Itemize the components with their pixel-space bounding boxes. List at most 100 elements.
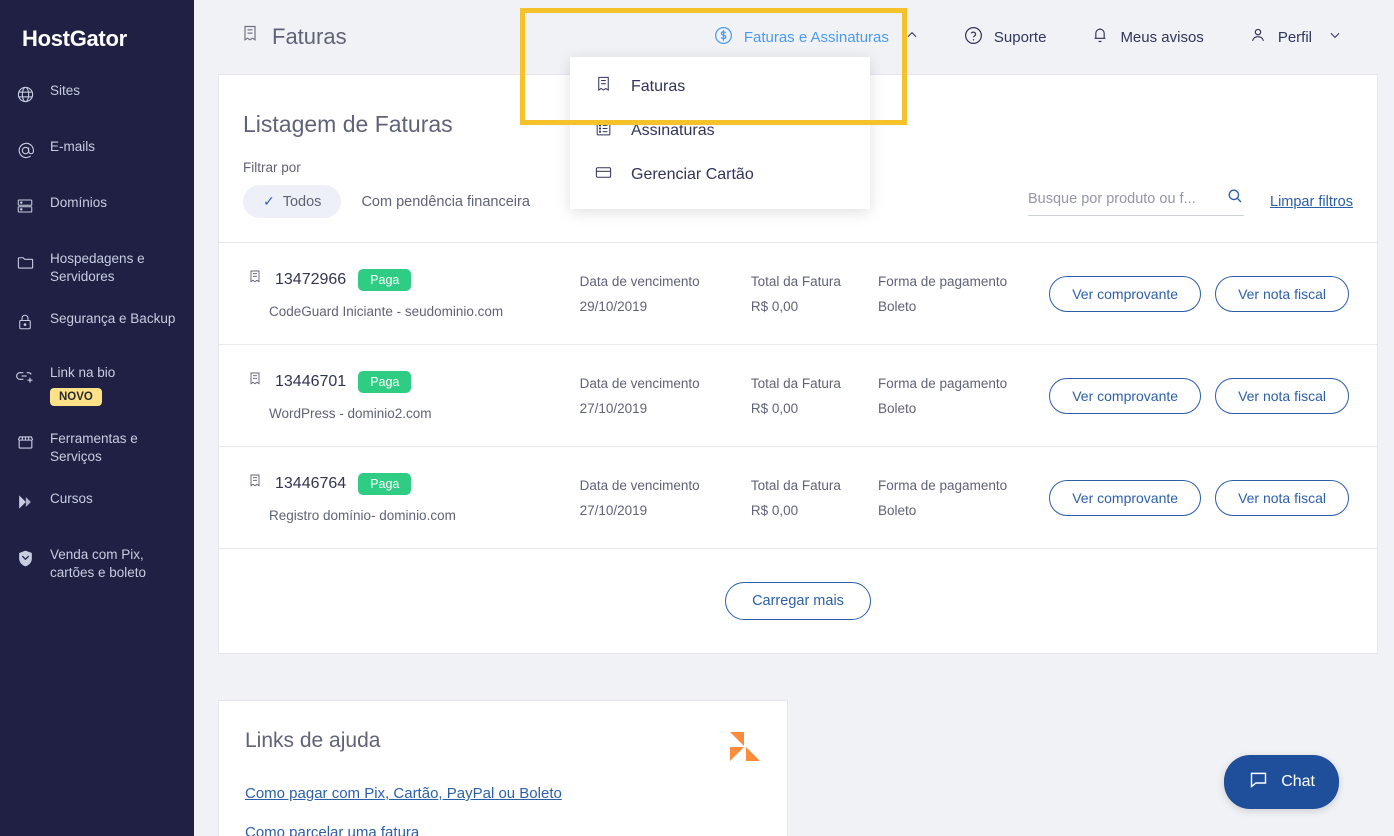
filter-chip-label: Com pendência financeira (361, 193, 530, 210)
carregar-mais-button[interactable]: Carregar mais (725, 582, 871, 620)
sidebar-nav: Sites E-mails Domínios Hospedagens e Ser… (0, 82, 194, 582)
credit-card-icon (594, 163, 613, 187)
check-icon: ✓ (263, 193, 275, 209)
shield-icon (14, 547, 36, 569)
status-badge: Paga (358, 370, 412, 393)
column-key: Forma de pagamento (878, 273, 1008, 289)
search-icon[interactable] (1226, 187, 1244, 210)
invoice-total: R$ 0,00 (750, 400, 799, 416)
folder-icon (14, 251, 36, 273)
invoice-actions: Ver comprovante Ver nota fiscal (1049, 479, 1349, 516)
ver-comprovante-button[interactable]: Ver comprovante (1049, 377, 1202, 414)
header-item-label: Faturas e Assinaturas (743, 28, 889, 46)
sidebar-item-seguranca[interactable]: Segurança e Backup (0, 310, 194, 340)
dropdown-item-faturas[interactable]: Faturas (570, 65, 870, 109)
help-link[interactable]: Como parcelar uma fatura (245, 824, 761, 836)
page-title: Faturas (240, 24, 347, 50)
column-key: Data de vencimento (579, 477, 700, 493)
help-circle-icon (963, 25, 984, 50)
invoice-payment-method: Boleto (878, 400, 917, 416)
column-key: Forma de pagamento (878, 477, 1008, 493)
search-input[interactable] (1028, 190, 1226, 207)
sidebar-item-ferramentas[interactable]: Ferramentas e Serviços (0, 430, 194, 466)
invoice-icon (594, 75, 613, 99)
ver-nota-fiscal-button[interactable]: Ver nota fiscal (1215, 377, 1349, 414)
sidebar-badge-novo: NOVO (50, 388, 102, 406)
invoice-payment-method: Boleto (878, 298, 917, 314)
sidebar-item-emails[interactable]: E-mails (0, 138, 194, 168)
invoice-icon (247, 473, 263, 494)
invoice-due-date-col: Data de vencimento 29/10/2019 (580, 274, 751, 314)
invoice-description: WordPress - dominio2.com (269, 405, 432, 421)
chevron-down-icon (1328, 28, 1342, 46)
sidebar-item-venda-com-pix[interactable]: Venda com Pix, cartões e boleto (0, 546, 194, 582)
header-item-meus-avisos[interactable]: Meus avisos (1068, 0, 1225, 74)
invoice-description: Registro domínio- dominio.com (269, 507, 456, 523)
ver-nota-fiscal-button[interactable]: Ver nota fiscal (1215, 479, 1349, 516)
sidebar-item-dominios[interactable]: Domínios (0, 194, 194, 224)
link-plus-icon (14, 365, 36, 387)
invoice-due-date: 29/10/2019 (579, 298, 648, 314)
header-item-suporte[interactable]: Suporte (941, 0, 1069, 74)
invoice-icon (247, 269, 263, 290)
chat-button[interactable]: Chat (1224, 755, 1339, 809)
invoice-description: CodeGuard Iniciante - seudominio.com (269, 303, 504, 319)
table-row[interactable]: 13472966 Paga CodeGuard Iniciante - seud… (219, 242, 1377, 344)
invoice-total: R$ 0,00 (750, 502, 799, 518)
sidebar-item-link-na-bio[interactable]: Link na bio NOVO (0, 364, 194, 406)
column-key: Data de vencimento (579, 273, 700, 289)
chevron-up-icon (905, 28, 919, 46)
status-badge: Paga (358, 268, 412, 291)
help-links-card: Links de ajuda Como pagar com Pix, Cartã… (218, 700, 788, 836)
sidebar-item-label: Venda com Pix, cartões e boleto (50, 547, 147, 580)
invoice-due-date: 27/10/2019 (579, 502, 648, 518)
invoice-payment-method: Boleto (878, 502, 917, 518)
sidebar-item-label: Cursos (50, 491, 93, 506)
clear-filters-link[interactable]: Limpar filtros (1270, 194, 1353, 210)
invoice-summary: 13472966 Paga CodeGuard Iniciante - seud… (247, 268, 580, 319)
invoice-id: 13472966 (275, 270, 347, 288)
invoice-icon (247, 371, 263, 392)
bell-icon (1090, 25, 1110, 49)
faturas-assinaturas-dropdown[interactable]: Faturas Assinaturas Gerenciar Cartão (570, 57, 870, 209)
header-item-label: Meus avisos (1120, 28, 1204, 46)
at-sign-icon (14, 139, 36, 161)
load-more-row: Carregar mais (219, 548, 1377, 653)
ver-nota-fiscal-button[interactable]: Ver nota fiscal (1215, 275, 1349, 312)
sidebar-item-label: Hospedagens e Servidores (50, 251, 145, 284)
help-link[interactable]: Como pagar com Pix, Cartão, PayPal ou Bo… (245, 785, 761, 802)
ver-comprovante-button[interactable]: Ver comprovante (1049, 275, 1202, 312)
sidebar-item-cursos[interactable]: Cursos (0, 490, 194, 520)
dropdown-item-gerenciar-cartao[interactable]: Gerenciar Cartão (570, 153, 870, 197)
invoice-total-col: Total da Fatura R$ 0,00 (751, 478, 878, 518)
sidebar: HostGator Sites E-mails Domínios Hospeda… (0, 0, 194, 836)
play-icon (14, 491, 36, 513)
dollar-circle-icon (713, 25, 734, 50)
invoice-summary: 13446701 Paga WordPress - dominio2.com (247, 370, 580, 421)
invoice-total-col: Total da Fatura R$ 0,00 (751, 274, 878, 314)
table-row[interactable]: 13446701 Paga WordPress - dominio2.com D… (219, 344, 1377, 446)
header-item-perfil[interactable]: Perfil (1226, 0, 1364, 74)
column-key: Total da Fatura (750, 375, 841, 391)
dropdown-item-label: Gerenciar Cartão (631, 166, 754, 183)
sidebar-item-label: E-mails (50, 139, 96, 154)
filter-chip-todos[interactable]: ✓ Todos (243, 185, 342, 218)
sidebar-item-sites[interactable]: Sites (0, 82, 194, 112)
filter-chip-com-pendencia[interactable]: Com pendência financeira (341, 186, 549, 218)
column-key: Total da Fatura (750, 273, 841, 289)
table-row[interactable]: 13446764 Paga Registro domínio- dominio.… (219, 446, 1377, 548)
invoice-due-date-col: Data de vencimento 27/10/2019 (580, 478, 751, 518)
invoice-id: 13446764 (275, 474, 347, 492)
sidebar-item-hospedagens[interactable]: Hospedagens e Servidores (0, 250, 194, 286)
dropdown-item-assinaturas[interactable]: Assinaturas (570, 109, 870, 153)
invoice-payment-col: Forma de pagamento Boleto (878, 478, 1049, 518)
hostgator-mark-icon (727, 729, 761, 763)
ver-comprovante-button[interactable]: Ver comprovante (1049, 479, 1202, 516)
help-title: Links de ajuda (245, 729, 381, 752)
invoice-icon (240, 24, 260, 50)
server-icon (14, 195, 36, 217)
search-box[interactable] (1028, 187, 1244, 216)
storefront-icon (14, 431, 36, 453)
brand-logo: HostGator (22, 26, 127, 51)
invoice-id: 13446701 (275, 372, 347, 390)
